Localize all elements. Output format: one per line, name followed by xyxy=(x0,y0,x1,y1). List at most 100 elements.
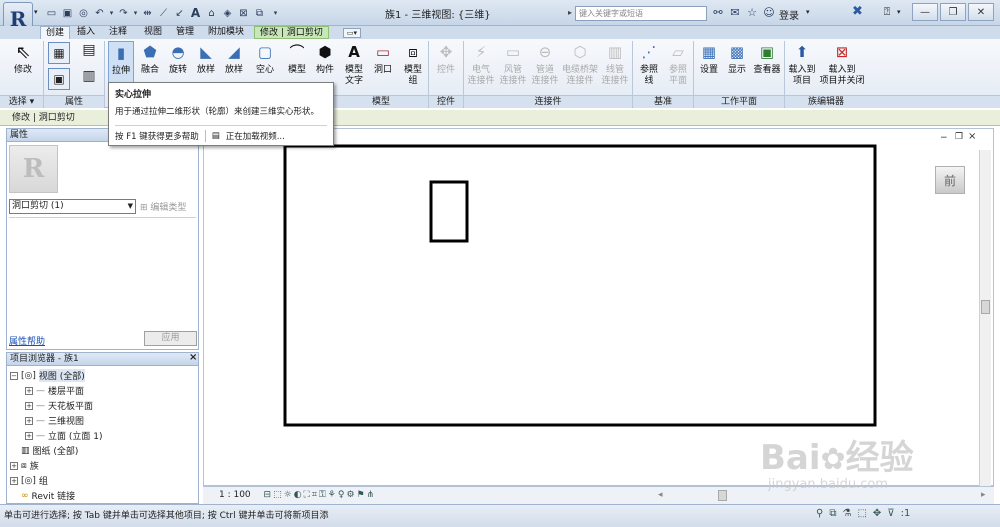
horizontal-scroll-thumb[interactable] xyxy=(718,490,727,501)
view-control-icons[interactable]: ⊟⬚☼◐⛶⌗⚿⚘♀⚙⚑⋔ xyxy=(264,490,377,500)
tree-sheets[interactable]: ▥ 图纸 (全部) xyxy=(10,444,78,458)
help-dropdown-icon[interactable]: ▾ xyxy=(897,8,901,16)
login-dropdown-icon[interactable]: ▾ xyxy=(806,8,810,16)
load-and-close-button[interactable]: ⊠ 载入到 项目并关闭 xyxy=(818,41,866,87)
select-links-icon[interactable]: ⚲ xyxy=(816,508,823,519)
edit-type-button[interactable]: ⊞ 编辑类型 xyxy=(140,200,186,213)
undo-icon[interactable]: ↶ xyxy=(92,6,107,21)
text-icon[interactable]: A xyxy=(188,6,203,21)
tree-ceiling-plans[interactable]: + — 天花板平面 xyxy=(25,399,93,412)
temp-hide-icon[interactable]: ⚘ xyxy=(328,490,338,500)
open-icon[interactable]: ▭ xyxy=(44,6,59,21)
help-icon[interactable]: ⍰ xyxy=(877,4,897,20)
select-pinned-icon[interactable]: ⚗ xyxy=(842,508,851,519)
temp-view-props-icon[interactable]: ⚙ xyxy=(346,490,356,500)
tab-addins[interactable]: 附加模块 xyxy=(203,26,249,39)
viewer-button[interactable]: ▣ 查看器 xyxy=(752,41,782,76)
browser-close-icon[interactable]: × xyxy=(189,352,197,363)
opening-button[interactable]: ▭ 洞口 xyxy=(371,41,395,76)
minimize-button[interactable]: — xyxy=(912,3,938,21)
panel-select[interactable]: 选择 ▾ xyxy=(0,95,43,108)
login-link[interactable]: 登录 xyxy=(779,7,799,22)
blend-button[interactable]: ⬟ 融合 xyxy=(137,41,163,76)
extrusion-button[interactable]: ▮ 拉伸 xyxy=(108,41,134,83)
reference-line-button[interactable]: ⋰ 参照 线 xyxy=(636,41,662,87)
load-into-project-button[interactable]: ⬆ 载入到 项目 xyxy=(787,41,817,87)
electrical-connector-button[interactable]: ⚡ 电气 连接件 xyxy=(466,41,496,87)
view-minimize-icon[interactable]: − xyxy=(940,133,948,143)
view-scale[interactable]: 1 : 100 xyxy=(219,490,251,500)
select-underlay-icon[interactable]: ⧉ xyxy=(829,508,836,519)
tag-icon[interactable]: ↙ xyxy=(172,6,187,21)
view-close-icon[interactable]: × xyxy=(968,131,976,142)
restore-button[interactable]: ❐ xyxy=(940,3,966,21)
shadows-icon[interactable]: ◐ xyxy=(294,490,304,500)
visual-style-icon[interactable]: ⬚ xyxy=(273,490,284,500)
tab-manage[interactable]: 管理 xyxy=(171,26,199,39)
tab-create[interactable]: 创建 xyxy=(40,26,71,39)
detail-level-icon[interactable]: ⊟ xyxy=(264,490,274,500)
select-by-face-icon[interactable]: ⬚ xyxy=(857,508,866,519)
highlight-displacement-icon[interactable]: ⋔ xyxy=(367,490,377,500)
redo-dropdown-icon[interactable]: ▾ xyxy=(132,6,139,21)
control-button[interactable]: ✥ 控件 xyxy=(434,41,458,76)
type-properties-icon[interactable]: ▣ xyxy=(48,68,70,90)
properties-palette-icon[interactable]: ▥ xyxy=(78,68,100,90)
model-group-button[interactable]: ⧈ 模型 组 xyxy=(399,41,427,87)
tree-families[interactable]: + ⧈ 族 xyxy=(10,459,39,472)
binoculars-icon[interactable]: ⚯ xyxy=(711,5,725,19)
duct-connector-button[interactable]: ▭ 风管 连接件 xyxy=(498,41,528,87)
view-restore-icon[interactable]: ❐ xyxy=(955,132,963,142)
tab-insert[interactable]: 插入 xyxy=(72,26,100,39)
tree-groups[interactable]: + [◎] 组 xyxy=(10,474,48,487)
scrollbar-thumb[interactable] xyxy=(981,300,990,314)
tree-revit-links[interactable]: ∞ Revit 链接 xyxy=(10,489,75,503)
save-icon[interactable]: ▣ xyxy=(60,6,75,21)
void-forms-button[interactable]: ▢ 空心 xyxy=(251,41,279,76)
redo-icon[interactable]: ↷ xyxy=(116,6,131,21)
search-input[interactable]: 键入关键字或短语 xyxy=(575,6,707,21)
pipe-connector-button[interactable]: ⊖ 管道 连接件 xyxy=(530,41,560,87)
model-line-button[interactable]: ⌒ 模型 xyxy=(285,41,309,76)
sweep-button[interactable]: ◣ 放样 xyxy=(193,41,219,76)
dimension-icon[interactable]: ⟋ xyxy=(156,6,171,21)
communication-center-icon[interactable]: ✉ xyxy=(728,5,742,19)
close-button[interactable]: ✕ xyxy=(968,3,994,21)
close-hidden-windows-icon[interactable]: ⊠ xyxy=(236,6,251,21)
filter-icon[interactable]: ⊽ xyxy=(887,508,894,519)
tab-view[interactable]: 视图 xyxy=(139,26,167,39)
ribbon-minimize-toggle[interactable]: ▭▾ xyxy=(343,28,361,38)
set-workplane-button[interactable]: ▦ 设置 xyxy=(697,41,721,76)
scroll-left-arrow-icon[interactable]: ◂ xyxy=(658,487,663,504)
family-types-icon[interactable]: ▦ xyxy=(48,42,70,64)
undo-dropdown-icon[interactable]: ▾ xyxy=(108,6,115,21)
vertical-scrollbar[interactable] xyxy=(979,150,991,486)
3d-view-icon[interactable]: ⌂ xyxy=(204,6,219,21)
type-selector-dropdown[interactable]: 洞口剪切 (1) ▼ xyxy=(9,199,136,214)
viewcube[interactable]: 前 xyxy=(935,166,965,194)
analysis-display-icon[interactable]: ⚑ xyxy=(357,490,367,500)
cable-tray-connector-button[interactable]: ⬡ 电缆桥架 连接件 xyxy=(561,41,599,87)
conduit-connector-button[interactable]: ▥ 线管 连接件 xyxy=(600,41,630,87)
swept-blend-button[interactable]: ◢ 放样 xyxy=(221,41,247,76)
family-category-icon[interactable]: ▤ xyxy=(78,42,100,64)
customize-qat-icon[interactable]: ▾ xyxy=(268,6,283,21)
properties-help-link[interactable]: 属性帮助 xyxy=(9,334,45,347)
scroll-right-arrow-icon[interactable]: ▸ xyxy=(981,487,986,504)
search-arrow-icon[interactable]: ▸ xyxy=(568,8,572,17)
drag-elements-icon[interactable]: ✥ xyxy=(873,508,881,519)
tab-annotate[interactable]: 注释 xyxy=(104,26,132,39)
tree-views[interactable]: − [◎] 视图 (全部) xyxy=(10,369,85,382)
measure-icon[interactable]: ⇹ xyxy=(140,6,155,21)
show-workplane-button[interactable]: ▩ 显示 xyxy=(725,41,749,76)
model-text-button[interactable]: A 模型 文字 xyxy=(341,41,367,87)
modify-button[interactable]: ⇖ 修改 xyxy=(8,41,38,76)
tree-elevations[interactable]: + — 立面 (立面 1) xyxy=(25,429,102,442)
component-button[interactable]: ⬢ 构件 xyxy=(313,41,337,76)
exchange-apps-icon[interactable]: ✖ xyxy=(852,4,863,19)
show-crop-icon[interactable]: ⌗ xyxy=(312,490,319,500)
sun-path-icon[interactable]: ☼ xyxy=(284,490,294,500)
tree-floor-plans[interactable]: + — 楼层平面 xyxy=(25,384,84,397)
crop-view-icon[interactable]: ⛶ xyxy=(304,490,312,500)
user-icon[interactable]: ☺ xyxy=(762,5,776,19)
